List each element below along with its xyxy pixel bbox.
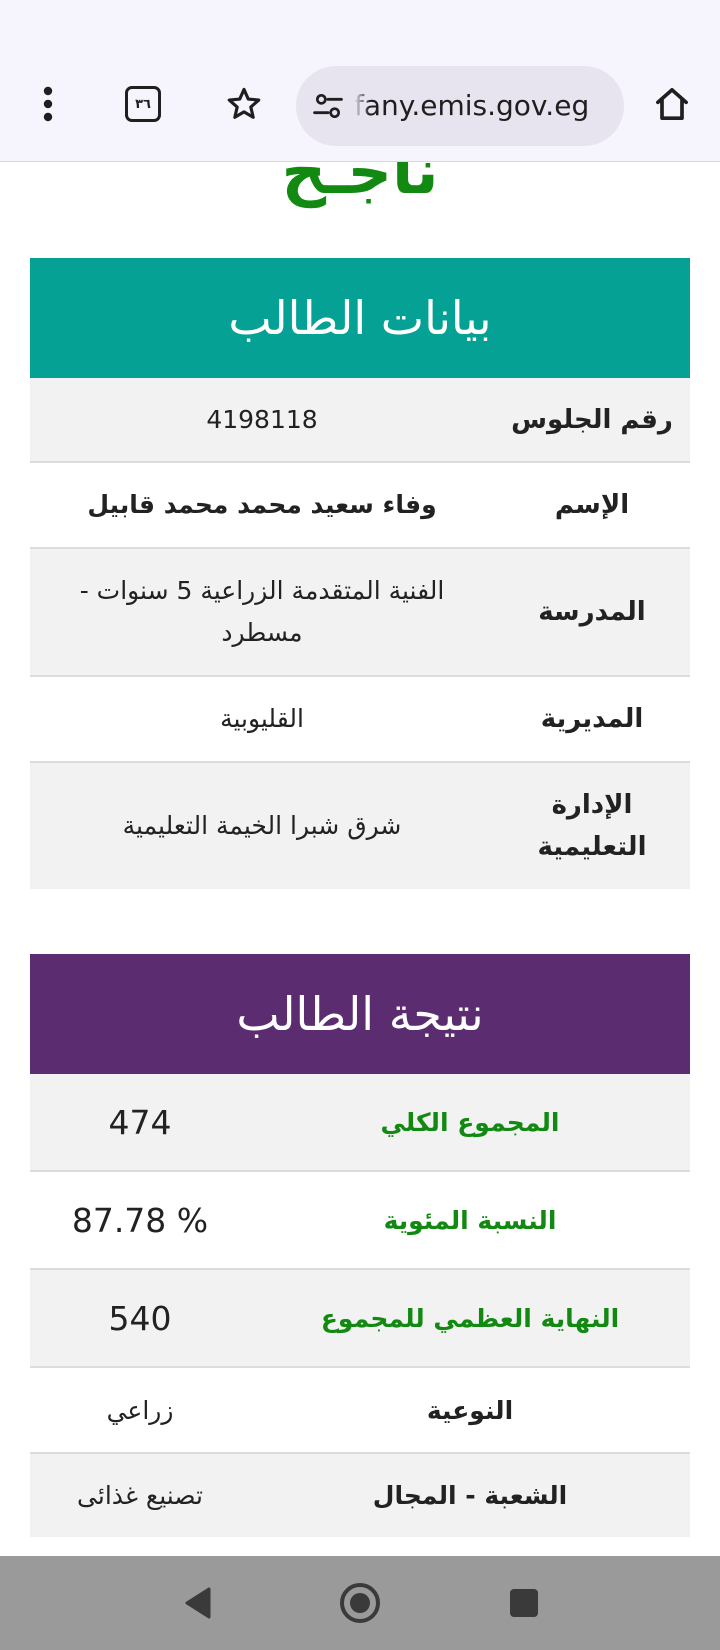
table-row: المجموع الكلي 474 [30, 1074, 690, 1171]
page-content[interactable]: ناجـح بيانات الطالب رقم الجلوس 4198118 ا… [0, 162, 720, 1556]
recent-apps-icon [510, 1589, 538, 1617]
table-row: النسبة المئوية 87.78 % [30, 1171, 690, 1269]
site-settings-icon[interactable] [312, 90, 344, 122]
max-score-label: النهاية العظمي للمجموع [320, 1303, 620, 1333]
student-info-table: رقم الجلوس 4198118 الإسم وفاء سعيد محمد … [30, 378, 690, 889]
student-info-title: بيانات الطالب [228, 291, 492, 345]
directorate-value: القليوبية [220, 704, 304, 733]
home-icon [656, 88, 688, 120]
result-status: ناجـح [281, 162, 439, 208]
home-nav-button[interactable] [330, 1573, 390, 1633]
school-value: الفنية المتقدمة الزراعية 5 سنوات - مسطرد [79, 576, 445, 647]
url-text[interactable]: fany.emis.gov.eg [354, 66, 616, 146]
total-score-value: 474 [108, 1102, 172, 1142]
system-navigation-bar [0, 1556, 720, 1650]
table-row: النوعية زراعي [30, 1367, 690, 1453]
name-value: وفاء سعيد محمد محمد قابيل [87, 490, 437, 519]
back-button[interactable] [168, 1573, 228, 1633]
table-row: الإسم وفاء سعيد محمد محمد قابيل [30, 462, 690, 548]
tab-count: ٣٦ [135, 96, 151, 112]
student-result-title: نتيجة الطالب [236, 987, 484, 1041]
tab-switcher-icon: ٣٦ [125, 86, 161, 122]
total-score-label: المجموع الكلي [380, 1107, 560, 1137]
student-info-header: بيانات الطالب [30, 258, 690, 378]
table-row: رقم الجلوس 4198118 [30, 378, 690, 462]
table-row: المديرية القليوبية [30, 676, 690, 762]
home-circle-icon [340, 1583, 380, 1623]
max-score-value: 540 [108, 1298, 172, 1338]
admin-value: شرق شبرا الخيمة التعليمية [122, 811, 402, 840]
percentage-label: النسبة المئوية [383, 1205, 557, 1235]
type-label: النوعية [426, 1395, 514, 1425]
more-vert-icon [43, 86, 53, 122]
table-row: النهاية العظمي للمجموع 540 [30, 1269, 690, 1367]
home-button[interactable] [640, 72, 704, 136]
percentage-value: 87.78 % [71, 1200, 209, 1240]
bookmark-star-icon [227, 87, 261, 119]
menu-button[interactable] [16, 72, 80, 136]
back-icon [185, 1587, 211, 1619]
student-result-table: المجموع الكلي 474 النسبة المئوية 87.78 %… [30, 1074, 690, 1537]
division-label: الشعبة - المجال [372, 1481, 568, 1510]
table-row: الإدارة التعليمية شرق شبرا الخيمة التعلي… [30, 762, 690, 889]
type-value: زراعي [106, 1395, 174, 1425]
table-row: المدرسة الفنية المتقدمة الزراعية 5 سنوات… [30, 548, 690, 676]
bookmark-button[interactable] [212, 72, 276, 136]
admin-label: الإدارة التعليمية [537, 790, 647, 862]
seat-number-label: رقم الجلوس [511, 404, 673, 435]
seat-number-value: 4198118 [206, 404, 318, 434]
division-value: تصنيع غذائى [77, 1481, 203, 1510]
directorate-label: المديرية [540, 704, 644, 734]
table-row: الشعبة - المجال تصنيع غذائى [30, 1453, 690, 1537]
tab-switcher-button[interactable]: ٣٦ [111, 72, 175, 136]
browser-toolbar: ٣٦ fany.emis.gov.eg [0, 0, 720, 162]
school-label: المدرسة [538, 597, 646, 627]
student-result-header: نتيجة الطالب [30, 954, 690, 1074]
address-bar[interactable]: fany.emis.gov.eg [296, 66, 624, 146]
name-label: الإسم [554, 490, 630, 520]
recent-apps-button[interactable] [494, 1573, 554, 1633]
